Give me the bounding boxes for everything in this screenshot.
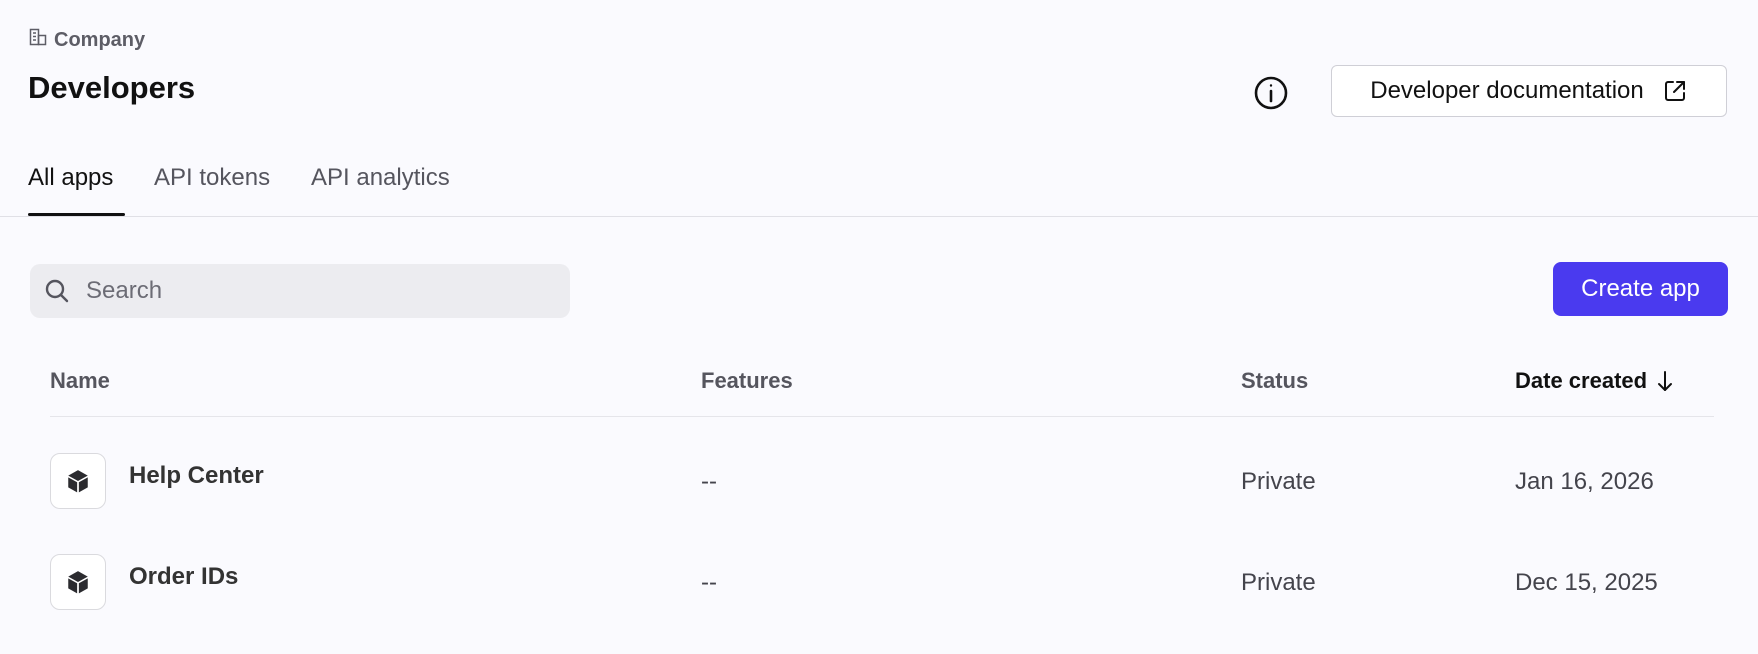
developer-documentation-label: Developer documentation bbox=[1370, 77, 1644, 104]
column-header-name[interactable]: Name bbox=[50, 368, 110, 394]
arrow-down-icon bbox=[1658, 371, 1673, 391]
table-row[interactable]: Order IDs -- Private Dec 15, 2025 bbox=[0, 554, 1758, 654]
app-name[interactable]: Help Center bbox=[129, 462, 264, 490]
date-created-cell: Jan 16, 2026 bbox=[1515, 468, 1654, 495]
active-tab-indicator bbox=[28, 213, 125, 216]
info-button[interactable] bbox=[1253, 75, 1289, 111]
table-row[interactable]: Help Center -- Private Jan 16, 2026 bbox=[0, 453, 1758, 553]
info-icon bbox=[1254, 76, 1288, 110]
breadcrumb[interactable]: Company bbox=[28, 27, 145, 53]
column-header-date-created[interactable]: Date created bbox=[1515, 368, 1675, 394]
app-icon bbox=[50, 554, 106, 610]
column-header-status[interactable]: Status bbox=[1241, 368, 1308, 394]
table-header-divider bbox=[50, 416, 1714, 417]
features-cell: -- bbox=[701, 468, 717, 495]
search-icon bbox=[45, 279, 69, 303]
search-box[interactable] bbox=[30, 264, 570, 318]
tab-bar: All apps API tokens API analytics bbox=[0, 150, 1758, 217]
building-icon bbox=[28, 27, 48, 53]
column-header-date-created-label: Date created bbox=[1515, 368, 1648, 393]
status-cell: Private bbox=[1241, 468, 1316, 495]
search-input[interactable] bbox=[84, 276, 548, 306]
external-link-icon bbox=[1664, 81, 1685, 101]
cube-icon bbox=[68, 470, 88, 493]
tab-api-tokens[interactable]: API tokens bbox=[154, 164, 270, 192]
tab-all-apps[interactable]: All apps bbox=[28, 164, 113, 192]
date-created-cell: Dec 15, 2025 bbox=[1515, 569, 1658, 596]
app-name[interactable]: Order IDs bbox=[129, 563, 238, 591]
cube-icon bbox=[68, 571, 88, 594]
features-cell: -- bbox=[701, 569, 717, 596]
status-cell: Private bbox=[1241, 569, 1316, 596]
page-title: Developers bbox=[28, 70, 196, 105]
developer-documentation-button[interactable]: Developer documentation bbox=[1331, 65, 1727, 117]
create-app-button[interactable]: Create app bbox=[1553, 262, 1728, 316]
column-header-features[interactable]: Features bbox=[701, 368, 793, 394]
breadcrumb-label: Company bbox=[54, 28, 146, 51]
app-icon bbox=[50, 453, 106, 509]
tab-api-analytics[interactable]: API analytics bbox=[311, 164, 450, 192]
